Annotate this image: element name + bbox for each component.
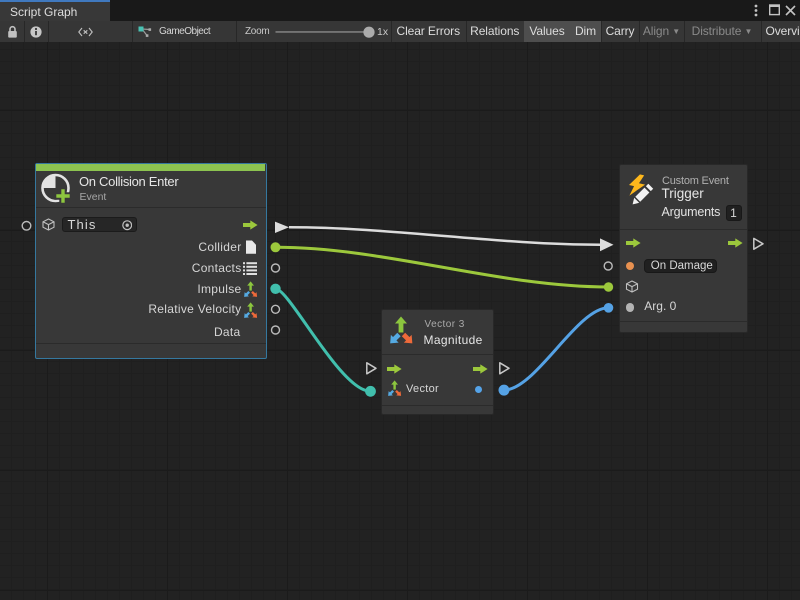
svg-text:1x: 1x xyxy=(377,26,388,38)
